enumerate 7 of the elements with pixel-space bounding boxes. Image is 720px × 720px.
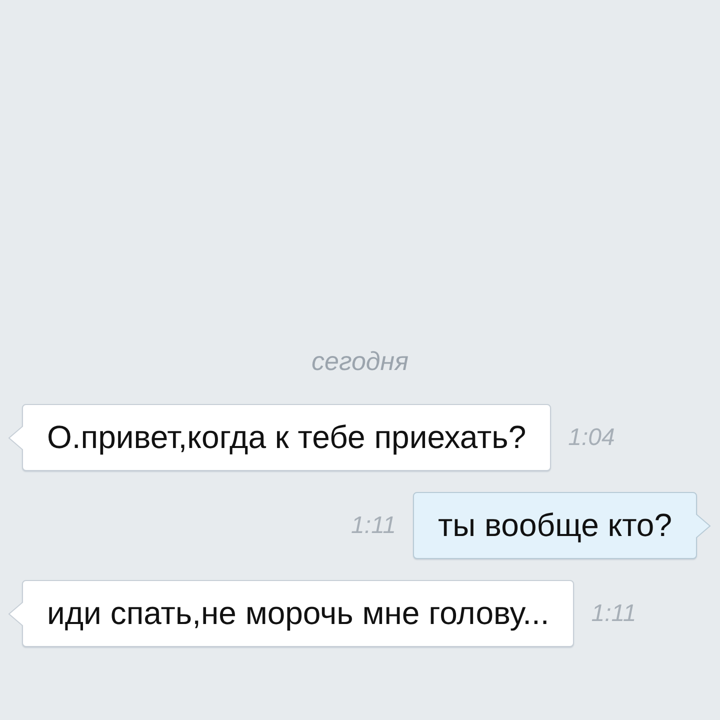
- date-separator: сегодня: [311, 346, 409, 376]
- message-time: 1:11: [591, 600, 636, 628]
- message-time: 1:11: [351, 512, 396, 540]
- message-text: иди спать,не морочь мне голову...: [47, 595, 550, 632]
- message-time: 1:04: [568, 424, 615, 452]
- message-text: ты вообще кто?: [438, 507, 672, 544]
- message-text: О.привет,когда к тебе приехать?: [47, 419, 526, 456]
